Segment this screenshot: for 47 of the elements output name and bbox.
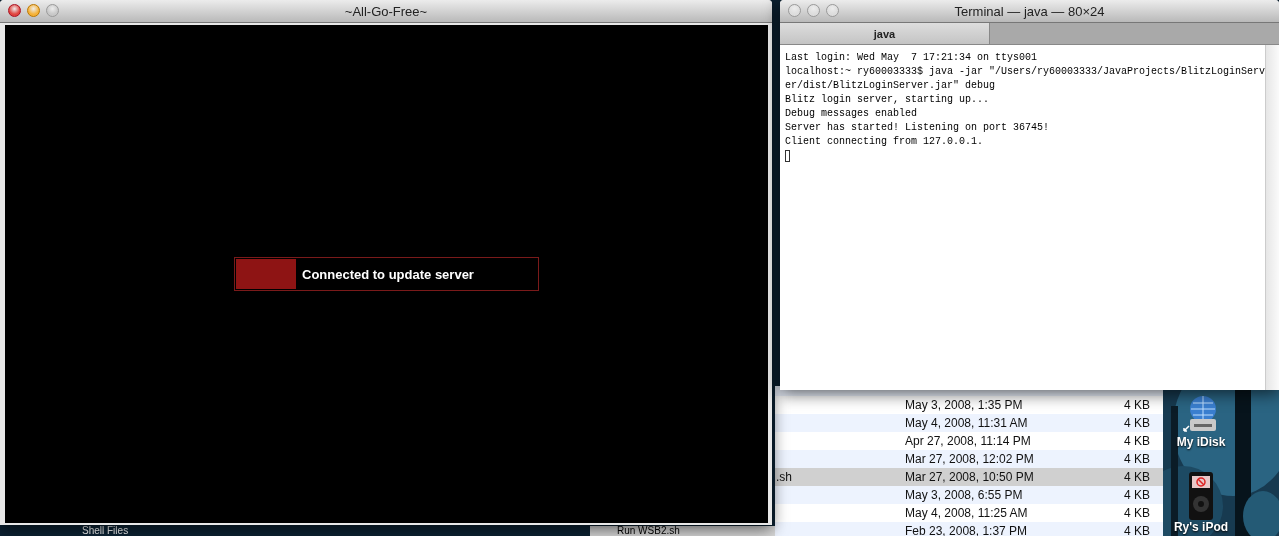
file-size: 4 KB [1123,434,1151,448]
desktop-item-label: Shell Files [80,526,131,536]
terminal-tab[interactable]: java [780,23,990,44]
file-row[interactable]: May 3, 2008, 1:35 PM 4 KB [775,396,1163,414]
terminal-line: Client connecting from 127.0.0.1. [785,135,985,149]
file-size: 4 KB [1123,470,1151,484]
date-modified: May 4, 2008, 11:31 AM [904,416,1029,430]
minimize-button[interactable] [807,4,820,17]
file-row[interactable]: Apr 27, 2008, 11:14 PM 4 KB [775,432,1163,450]
date-modified: Apr 27, 2008, 11:14 PM [904,434,1032,448]
zoom-button[interactable] [46,4,59,17]
file-size: 4 KB [1123,416,1151,430]
minimize-button[interactable] [27,4,40,17]
ipod-icon[interactable] [1186,472,1216,520]
date-modified: May 3, 2008, 6:55 PM [904,488,1024,502]
file-name: .sh [775,470,793,484]
file-size: 4 KB [1123,452,1151,466]
file-size: 4 KB [1123,506,1151,520]
terminal-line: Debug messages enabled [785,107,919,121]
icon-label[interactable]: Ry's iPod [1173,520,1229,534]
terminal-line: Blitz login server, starting up... [785,93,991,107]
terminal-line: localhost:~ ry60003333$ java -jar "/Users/ry60003333/JavaProjects/BlitzLoginServ [785,65,1266,79]
date-modified: Mar 27, 2008, 10:50 PM [904,470,1035,484]
close-button[interactable] [8,4,21,17]
file-size: 4 KB [1123,488,1151,502]
date-modified: May 4, 2008, 11:25 AM [904,506,1029,520]
date-modified: May 3, 2008, 1:35 PM [904,398,1024,412]
icon-label[interactable]: My iDisk [1176,435,1226,449]
scrollbar[interactable] [1265,45,1279,390]
window-title: ~All-Go-Free~ [344,3,428,19]
file-row[interactable]: May 3, 2008, 6:55 PM 4 KB [775,486,1163,504]
file-row[interactable]: .sh Mar 27, 2008, 10:50 PM 4 KB [775,468,1163,486]
file-row[interactable]: Feb 23, 2008, 1:37 PM 4 KB [775,522,1163,536]
window-title: Terminal — java — 80×24 [954,3,1105,19]
terminal-line: Server has started! Listening on port 36745! [785,121,1051,135]
date-modified: Feb 23, 2008, 1:37 PM [904,524,1029,536]
desktop-item-label: Run WSB2.sh [615,526,682,536]
file-row[interactable]: May 4, 2008, 11:25 AM 4 KB [775,504,1163,522]
file-row[interactable]: Mar 27, 2008, 12:02 PM 4 KB [775,450,1163,468]
file-row[interactable]: May 4, 2008, 11:31 AM 4 KB [775,414,1163,432]
zoom-button[interactable] [826,4,839,17]
date-modified: Mar 27, 2008, 12:02 PM [904,452,1035,466]
status-text: Connected to update server [301,266,474,282]
terminal-line: er/dist/BlitzLoginServer.jar" debug [785,79,997,93]
file-size: 4 KB [1123,524,1151,536]
file-size: 4 KB [1123,398,1151,412]
terminal-line: Last login: Wed May 7 17:21:34 on ttys001 [785,51,1039,65]
